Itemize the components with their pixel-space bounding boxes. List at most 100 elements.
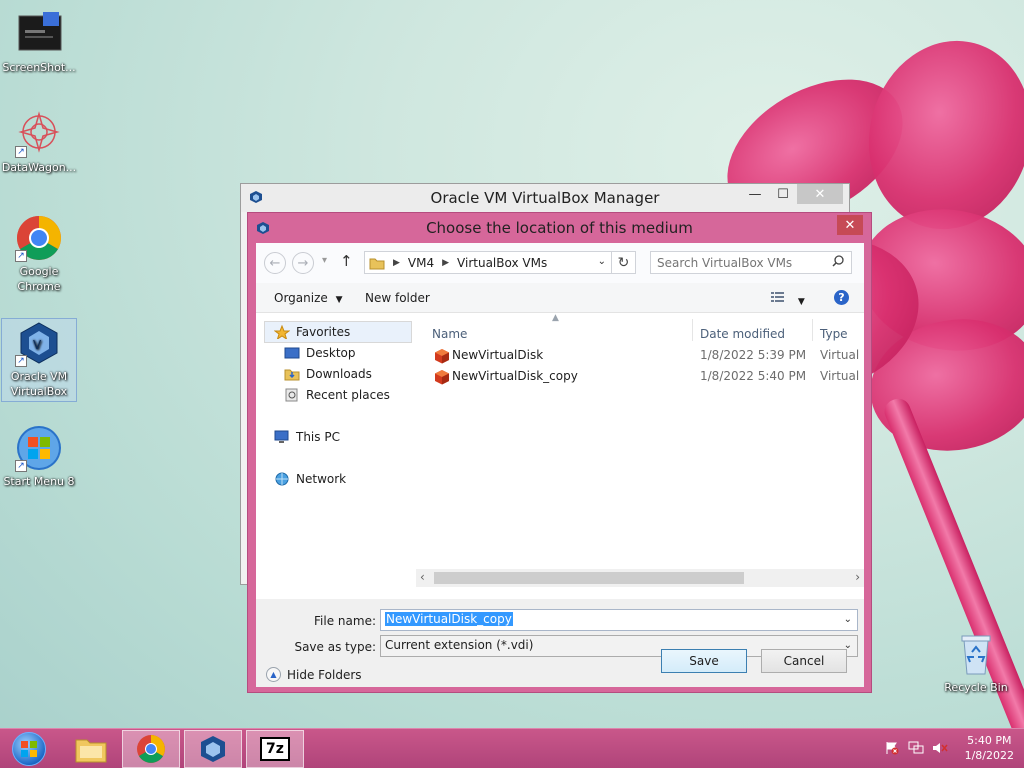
file-name-input[interactable]: NewVirtualDisk_copy ⌄ (380, 609, 858, 631)
back-button[interactable]: ← (264, 252, 286, 274)
breadcrumb-vm4[interactable]: VM4 (408, 256, 434, 270)
save-button[interactable]: Save (661, 649, 747, 673)
scroll-left-icon[interactable]: ‹ (420, 570, 425, 584)
column-divider[interactable] (692, 319, 693, 341)
nav-item-this-pc[interactable]: This PC (274, 430, 340, 444)
command-toolbar: Organize ▼ New folder ▼ ? (256, 283, 864, 313)
desktop-icon-datawagon[interactable]: ↗ DataWagon... (1, 110, 77, 175)
file-explorer-icon (75, 739, 107, 763)
browser-body: Favorites Desktop Downloads Recent place… (256, 313, 864, 599)
file-name: NewVirtualDisk_copy (452, 369, 578, 383)
minimize-button[interactable]: — (741, 184, 769, 204)
chevron-down-icon: ▼ (797, 297, 805, 307)
view-options-button[interactable]: ▼ (770, 290, 805, 307)
desktop-icon-label: Oracle VM VirtualBox (10, 370, 68, 398)
desktop-icon-startmenu8[interactable]: ↗ Start Menu 8 (1, 424, 77, 489)
address-dropdown-icon[interactable]: ⌄ (598, 256, 606, 267)
taskbar: 7z 5:40 PM 1/8/2022 (0, 728, 1024, 768)
vdi-file-icon (435, 370, 449, 385)
windows-orb-icon: ↗ (15, 424, 63, 472)
recent-places-icon (285, 388, 298, 402)
nav-item-favorites[interactable]: Favorites (274, 325, 350, 339)
downloads-folder-icon (284, 369, 300, 381)
virtualbox-manager-titlebar[interactable]: Oracle VM VirtualBox Manager — ☐ ✕ (241, 184, 849, 212)
cancel-button[interactable]: Cancel (761, 649, 847, 673)
file-date: 1/8/2022 5:40 PM (700, 369, 807, 383)
breadcrumb-virtualbox-vms[interactable]: VirtualBox VMs (457, 256, 547, 270)
column-header-name[interactable]: Name (432, 327, 467, 341)
shortcut-arrow-icon: ↗ (15, 146, 27, 158)
file-name-value: NewVirtualDisk_copy (385, 612, 513, 626)
taskbar-virtualbox[interactable] (184, 730, 242, 768)
hide-folders-toggle[interactable]: ▲ Hide Folders (266, 667, 362, 682)
column-divider[interactable] (812, 319, 813, 341)
save-type-value: Current extension (*.vdi) (385, 638, 534, 652)
nav-item-network[interactable]: Network (274, 472, 346, 486)
dialog-titlebar[interactable]: Choose the location of this medium ✕ (248, 213, 871, 243)
file-row[interactable]: NewVirtualDisk 1/8/2022 5:39 PM Virtual … (422, 345, 864, 365)
horizontal-scrollbar[interactable]: ‹ › (416, 569, 864, 587)
desktop-icon-label: Start Menu 8 (3, 475, 75, 488)
maximize-button[interactable]: ☐ (769, 184, 797, 204)
network-icon (275, 472, 289, 486)
taskbar-file-explorer[interactable] (62, 730, 120, 768)
svg-text:V: V (33, 338, 42, 352)
dialog-title: Choose the location of this medium (426, 219, 693, 237)
clock[interactable]: 5:40 PM 1/8/2022 (965, 733, 1014, 763)
desktop-icon-chrome[interactable]: ↗ Google Chrome (1, 214, 77, 294)
up-folder-button[interactable]: ↑ (340, 252, 353, 270)
search-input[interactable] (650, 251, 852, 274)
column-header-type[interactable]: Type (820, 327, 848, 341)
start-button[interactable] (0, 730, 58, 768)
virtualbox-icon (201, 736, 225, 762)
refresh-button[interactable]: ↻ (612, 251, 636, 274)
taskbar-chrome[interactable] (122, 730, 180, 768)
scrollbar-thumb[interactable] (434, 572, 744, 584)
address-row: ← → ▾ ↑ ▶ VM4 ▶ VirtualBox VMs ⌄ ↻ (256, 243, 864, 283)
nav-item-downloads[interactable]: Downloads (284, 367, 372, 381)
address-bar[interactable]: ▶ VM4 ▶ VirtualBox VMs ⌄ (364, 251, 612, 274)
help-icon[interactable]: ? (834, 290, 849, 305)
organize-button[interactable]: Organize ▼ (274, 291, 343, 305)
file-row[interactable]: NewVirtualDisk_copy 1/8/2022 5:40 PM Vir… (422, 366, 864, 386)
chevron-down-icon[interactable]: ⌄ (844, 614, 852, 625)
dialog-close-button[interactable]: ✕ (837, 215, 863, 235)
volume-muted-icon[interactable] (931, 740, 949, 756)
clock-time: 5:40 PM (967, 734, 1012, 747)
save-file-dialog: Choose the location of this medium ✕ ← →… (247, 212, 872, 693)
taskbar-7zip[interactable]: 7z (246, 730, 304, 768)
forward-button[interactable]: → (292, 252, 314, 274)
save-type-label: Save as type: (294, 640, 376, 654)
action-center-flag-icon[interactable] (883, 740, 901, 756)
desktop-icon-virtualbox[interactable]: V ↗ Oracle VM VirtualBox (1, 318, 77, 402)
network-tray-icon[interactable] (907, 740, 925, 756)
close-button[interactable]: ✕ (797, 184, 843, 204)
desktop-icon-label: Recycle Bin (944, 681, 1008, 694)
virtualbox-icon (256, 221, 270, 239)
new-folder-button[interactable]: New folder (365, 291, 430, 305)
shortcut-arrow-icon: ↗ (15, 250, 27, 262)
nav-item-recent-places[interactable]: Recent places (284, 388, 390, 402)
recent-locations-dropdown[interactable]: ▾ (322, 255, 327, 266)
file-name-label: File name: (314, 614, 376, 628)
desktop-icon-recycle-bin[interactable]: Recycle Bin (938, 630, 1014, 695)
nav-label: Downloads (306, 367, 372, 381)
desktop-icon-label: Google Chrome (17, 265, 61, 293)
screenshot-app-icon (15, 10, 63, 58)
nav-label: Favorites (296, 325, 351, 339)
organize-label: Organize (274, 291, 328, 305)
chevron-up-icon: ▲ (266, 667, 281, 682)
nav-item-desktop[interactable]: Desktop (284, 346, 356, 360)
chevron-down-icon: ▼ (335, 295, 343, 305)
scroll-right-icon[interactable]: › (855, 570, 860, 584)
navigation-pane: Favorites Desktop Downloads Recent place… (256, 313, 416, 569)
7zip-icon: 7z (260, 737, 290, 761)
breadcrumb-separator: ▶ (393, 257, 400, 268)
column-header-date-modified[interactable]: Date modified (700, 327, 785, 341)
vdi-file-icon (435, 349, 449, 364)
virtualbox-icon (249, 190, 263, 208)
desktop-icon (284, 347, 300, 359)
nav-label: Desktop (306, 346, 356, 360)
desktop-icon-screenshot[interactable]: ScreenShot... (1, 10, 77, 75)
nav-label: Network (296, 472, 347, 486)
